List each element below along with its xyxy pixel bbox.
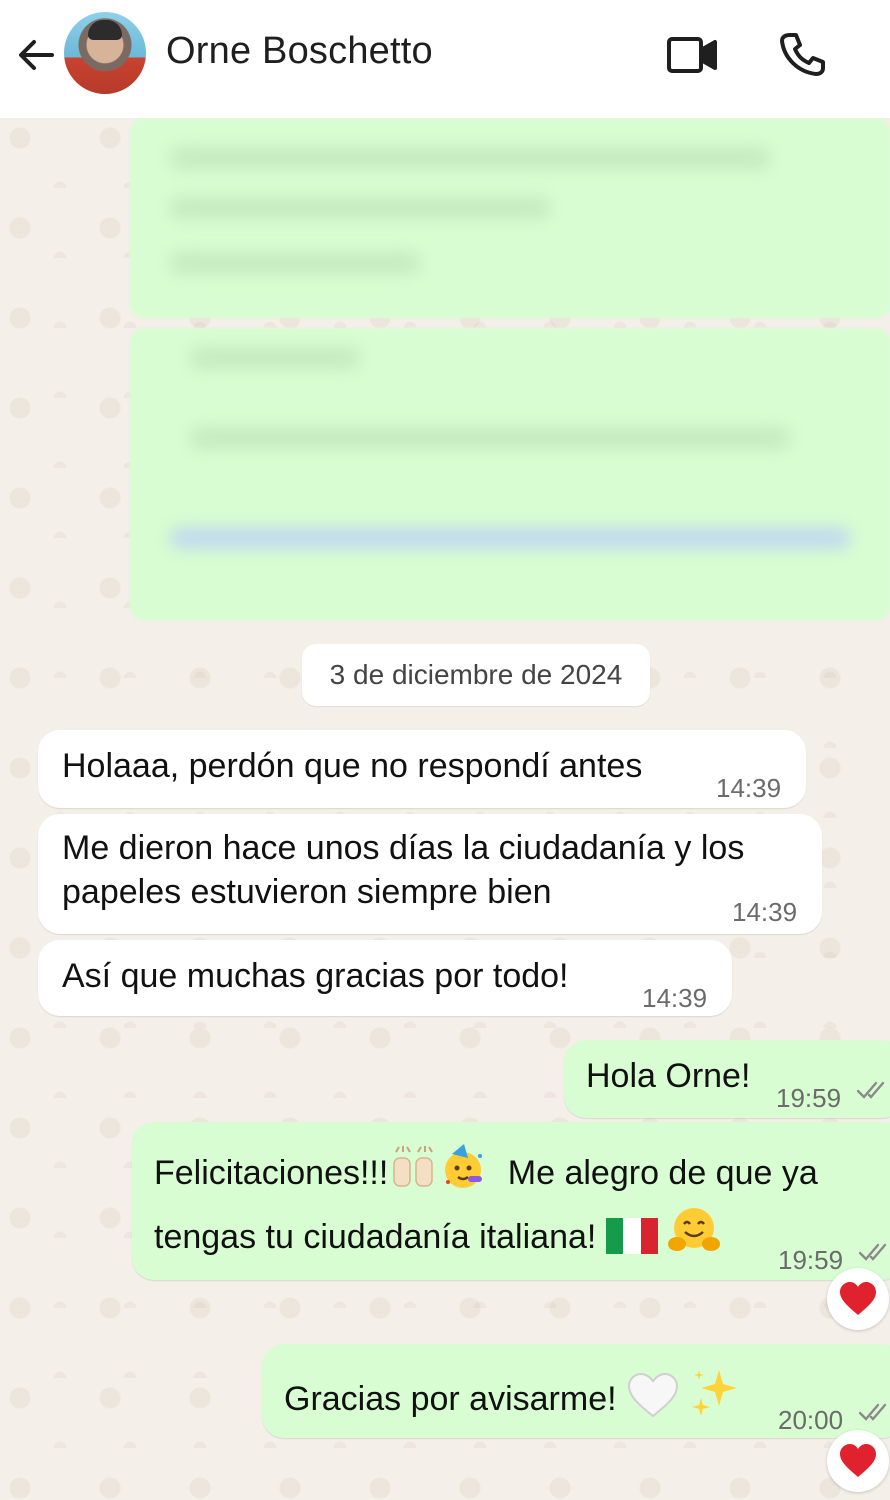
message-text: papeles estuvieron siempre bien	[62, 873, 552, 911]
read-receipt-icon	[856, 1081, 885, 1099]
heart-reaction[interactable]	[827, 1268, 889, 1330]
message-time: 19:59	[776, 1083, 842, 1113]
incoming-message[interactable]: Así que muchas gracias por todo! 14:39	[38, 940, 732, 1016]
chat-area[interactable]: 3 de diciembre de 2024 Holaaa, perdón qu…	[0, 118, 890, 1500]
message-text: Felicitaciones!!! Me alegro de que ya	[154, 1142, 818, 1195]
sparkles-emoji	[692, 1370, 738, 1416]
read-receipt-icon	[858, 1243, 887, 1261]
red-heart-icon	[840, 1444, 876, 1477]
voice-call-icon[interactable]	[776, 28, 828, 80]
message-text: tengas tu ciudadanía italiana!	[154, 1204, 721, 1259]
message-time: 14:39	[732, 897, 798, 927]
incoming-message[interactable]: Holaaa, perdón que no respondí antes 14:…	[38, 730, 806, 808]
message-text: Holaaa, perdón que no respondí antes	[62, 747, 643, 785]
message-text: Me dieron hace unos días la ciudadanía y…	[62, 829, 745, 867]
blurred-message	[130, 118, 890, 318]
heart-reaction[interactable]	[827, 1430, 889, 1492]
partying-face-emoji	[445, 1144, 483, 1188]
blurred-message	[130, 328, 890, 620]
read-receipt-icon	[858, 1403, 887, 1421]
message-text-part: Me alegro de que ya	[507, 1154, 818, 1192]
message-time: 19:59	[778, 1245, 844, 1275]
red-heart-icon	[840, 1282, 876, 1315]
message-text-part: Gracias por avisarme!	[284, 1380, 617, 1418]
message-time: 14:39	[642, 983, 708, 1013]
outgoing-message[interactable]: Gracias por avisarme! 20:00	[262, 1344, 890, 1438]
message-text-part: tengas tu ciudadanía italiana!	[154, 1218, 597, 1256]
avatar[interactable]	[64, 12, 146, 94]
back-arrow-icon[interactable]	[14, 32, 60, 78]
message-text: Así que muchas gracias por todo!	[62, 957, 569, 995]
message-text: Gracias por avisarme!	[284, 1366, 741, 1421]
message-time: 20:00	[778, 1405, 844, 1435]
message-text-part: Felicitaciones!!!	[154, 1154, 389, 1192]
message-text: Hola Orne!	[586, 1057, 751, 1095]
raising-hands-emoji	[393, 1146, 434, 1187]
message-time: 14:39	[716, 773, 782, 803]
chat-header: Orne Boschetto	[0, 0, 890, 118]
white-heart-emoji	[627, 1372, 679, 1418]
italy-flag-emoji	[605, 1218, 658, 1254]
outgoing-message[interactable]: Hola Orne! 19:59	[564, 1040, 890, 1118]
contact-name[interactable]: Orne Boschetto	[166, 30, 433, 73]
hugging-face-emoji	[668, 1208, 721, 1251]
incoming-message[interactable]: Me dieron hace unos días la ciudadanía y…	[38, 814, 822, 934]
date-separator: 3 de diciembre de 2024	[302, 644, 650, 706]
video-call-icon[interactable]	[664, 30, 720, 80]
outgoing-message[interactable]: Felicitaciones!!! Me alegro de que ya te…	[132, 1122, 890, 1280]
